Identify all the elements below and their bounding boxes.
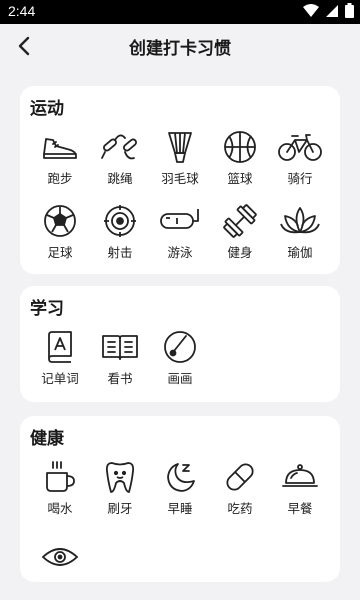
habit-label: 早睡 [167,501,193,516]
habit-item-badminton[interactable]: 羽毛球 [148,128,212,194]
cup-icon [46,461,75,492]
lotus-icon [280,207,320,234]
food-cloche-icon [282,464,318,487]
habit-item-running[interactable]: 跑步 [28,128,92,194]
habit-item-jump-rope[interactable]: 跳绳 [88,128,152,194]
bicycle-icon [278,134,322,161]
habit-item-eye[interactable] [28,538,92,578]
status-bar: 2:44 [0,0,360,24]
status-time: 2:44 [8,3,36,19]
habit-label: 记单词 [41,371,79,386]
habit-item-reading[interactable]: 看书 [88,328,152,394]
palette-icon [164,331,196,363]
section-title: 运动 [30,99,64,119]
habit-label: 跑步 [47,171,73,186]
habit-label: 游泳 [167,245,193,260]
section-title: 健康 [30,429,64,449]
signal-icon [326,4,338,17]
habit-label: 羽毛球 [161,171,199,186]
tooth-icon [105,462,135,493]
habit-label: 篮球 [227,171,253,186]
section-card-sports: 运动 跑步 跳绳 羽毛球 篮球 骑行 足球 射击 游泳 健身 瑜伽 [20,86,340,274]
habit-item-football[interactable]: 足球 [28,202,92,268]
habit-item-breakfast[interactable]: 早餐 [268,458,332,524]
swim-goggles-icon [160,209,199,229]
habit-item-sleep-early[interactable]: 早睡 [148,458,212,524]
section-title: 学习 [30,299,64,319]
basketball-icon [224,131,256,163]
dumbbell-icon [223,204,257,238]
habit-label: 喝水 [47,501,73,516]
habit-item-cycling[interactable]: 骑行 [268,128,332,194]
habit-label: 画画 [167,371,193,386]
habit-label: 跳绳 [107,171,133,186]
section-card-health: 健康 喝水 刷牙 早睡 吃药 早餐 [20,416,340,582]
habit-item-shooting[interactable]: 射击 [88,202,152,268]
habit-item-basketball[interactable]: 篮球 [208,128,272,194]
habit-label: 刷牙 [107,501,133,516]
habit-item-swimming[interactable]: 游泳 [148,202,212,268]
habit-item-medicine[interactable]: 吃药 [208,458,272,524]
battery-icon [345,3,354,18]
soccer-ball-icon [44,205,76,237]
habit-item-vocabulary[interactable]: 记单词 [28,328,92,394]
target-icon [104,205,136,237]
habit-label: 健身 [227,245,253,260]
habit-label: 看书 [107,371,133,386]
habit-label: 骑行 [287,171,313,186]
pill-icon [226,463,254,491]
shuttlecock-icon [168,132,192,163]
jump-rope-icon [101,134,137,160]
page-title: 创建打卡习惯 [129,39,231,59]
habit-label: 早餐 [287,501,313,516]
habit-label: 足球 [47,245,73,260]
habit-item-brush-teeth[interactable]: 刷牙 [88,458,152,524]
open-book-icon [102,335,138,360]
habit-label: 吃药 [227,501,253,516]
habit-item-fitness[interactable]: 健身 [208,202,272,268]
habit-item-drawing[interactable]: 画画 [148,328,212,394]
habit-item-yoga[interactable]: 瑜伽 [268,202,332,268]
vocabulary-book-icon [48,331,72,363]
sneaker-icon [43,138,77,159]
moon-sleep-icon [167,463,195,492]
section-card-study: 学习 记单词 看书 画画 [20,286,340,402]
habit-label: 射击 [107,245,133,260]
wifi-icon [303,3,319,17]
eye-icon [41,548,79,566]
app-bar: 创建打卡习惯 [0,24,360,68]
habit-item-drink-water[interactable]: 喝水 [28,458,92,524]
habit-label: 瑜伽 [287,245,313,260]
status-icons [303,3,354,18]
